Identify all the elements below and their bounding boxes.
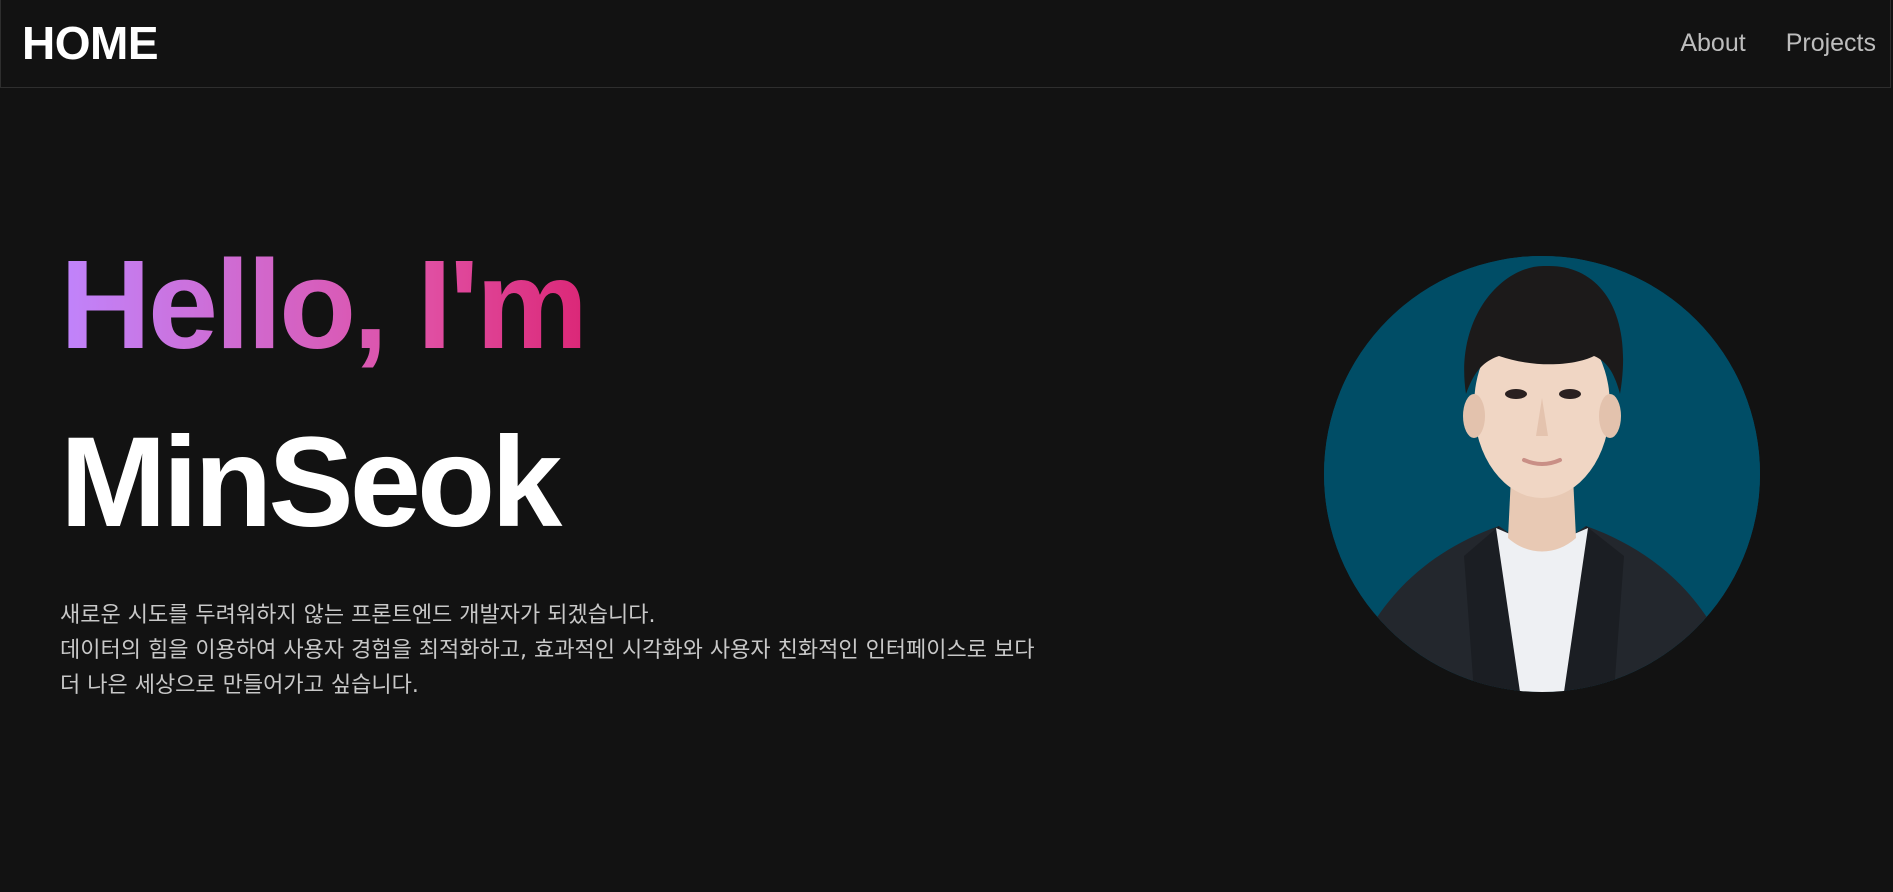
- navbar: HOME About Projects: [0, 0, 1891, 88]
- greeting-heading: Hello, I'm: [60, 230, 588, 380]
- name-heading: MinSeok: [60, 411, 562, 554]
- intro-line-1: 새로운 시도를 두려워하지 않는 프론트엔드 개발자가 되겠습니다.: [60, 603, 656, 628]
- intro-line-3: 더 나은 세상으로 만들어가고 싶습니다.: [60, 673, 419, 698]
- nav-link-projects[interactable]: Projects: [1786, 26, 1876, 60]
- nav-links: About Projects: [1680, 26, 1876, 60]
- profile-photo: [1324, 256, 1760, 692]
- hero-section: Hello, I'm MinSeok 새로운 시도를 두려워하지 않는 프론트엔…: [60, 230, 1260, 703]
- intro-text: 새로운 시도를 두려워하지 않는 프론트엔드 개발자가 되겠습니다. 데이터의 …: [60, 598, 1260, 703]
- home-link[interactable]: HOME: [22, 16, 159, 70]
- profile-photo-icon: [1324, 256, 1760, 692]
- intro-line-2: 데이터의 힘을 이용하여 사용자 경험을 최적화하고, 효과적인 시각화와 사용…: [60, 638, 1035, 663]
- nav-link-about[interactable]: About: [1680, 26, 1745, 60]
